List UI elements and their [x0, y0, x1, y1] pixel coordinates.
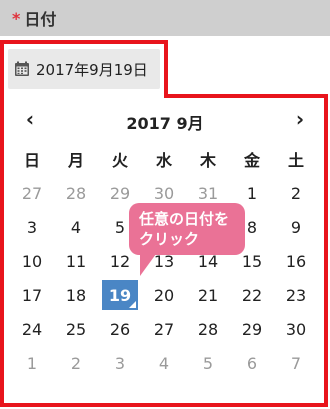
day-number: 2 — [70, 353, 82, 373]
tooltip-tail — [140, 254, 156, 276]
day-number: 26 — [109, 319, 131, 339]
calendar-title: 2017 9月 — [126, 114, 204, 133]
day-cell[interactable]: 4 — [142, 346, 186, 380]
weekday-header: 日 — [23, 151, 40, 170]
day-cell[interactable]: 4 — [54, 210, 98, 244]
day-number: 22 — [241, 285, 263, 305]
tooltip-line-1: 任意の日付を — [139, 210, 230, 228]
calendar-header: ‹ 2017 9月 › — [10, 104, 320, 136]
weekday-header: 木 — [199, 151, 216, 170]
day-number: 19 — [102, 280, 138, 310]
tooltip-line-2: クリック — [139, 230, 200, 248]
day-number: 21 — [197, 285, 219, 305]
day-number: 10 — [21, 251, 43, 271]
day-number: 23 — [285, 285, 307, 305]
day-number: 30 — [285, 319, 307, 339]
day-cell[interactable]: 29 — [230, 312, 274, 346]
day-number: 12 — [109, 251, 131, 271]
day-number: 25 — [65, 319, 87, 339]
day-cell[interactable]: 27 — [142, 312, 186, 346]
day-cell[interactable]: 28 — [54, 176, 98, 210]
day-cell[interactable]: 2 — [54, 346, 98, 380]
date-input-value: 2017年9月19日 — [36, 60, 148, 79]
day-cell[interactable]: 3 — [98, 346, 142, 380]
day-cell[interactable]: 21 — [186, 278, 230, 312]
day-cell[interactable]: 17 — [10, 278, 54, 312]
day-cell[interactable]: 30 — [274, 312, 318, 346]
field-label: 日付 — [24, 10, 57, 29]
day-cell[interactable]: 23 — [274, 278, 318, 312]
day-cell[interactable]: 1 — [10, 346, 54, 380]
day-cell[interactable]: 5 — [186, 346, 230, 380]
day-number: 28 — [65, 183, 87, 203]
weekday-header: 月 — [67, 151, 84, 170]
day-number: 15 — [241, 251, 263, 271]
day-number: 20 — [153, 285, 175, 305]
day-cell[interactable]: 26 — [98, 312, 142, 346]
day-number: 3 — [114, 353, 126, 373]
field-label-bar: * 日付 — [0, 0, 330, 36]
day-number: 17 — [21, 285, 43, 305]
required-mark: * — [12, 8, 21, 28]
day-number: 24 — [21, 319, 43, 339]
day-number: 9 — [290, 217, 302, 237]
day-cell[interactable]: 6 — [230, 346, 274, 380]
day-number: 11 — [65, 251, 87, 271]
day-number: 1 — [246, 183, 258, 203]
calendar-grid: 日月火水木金土272829303112345678910111213141516… — [10, 142, 320, 380]
day-number: 18 — [65, 285, 87, 305]
day-number: 4 — [70, 217, 82, 237]
hint-tooltip: 任意の日付を クリック — [129, 203, 245, 255]
weekday-header: 水 — [155, 151, 172, 170]
day-cell[interactable]: 24 — [10, 312, 54, 346]
day-number: 6 — [246, 353, 258, 373]
day-cell[interactable]: 18 — [54, 278, 98, 312]
day-cell[interactable]: 27 — [10, 176, 54, 210]
day-cell[interactable]: 3 — [10, 210, 54, 244]
day-number: 31 — [197, 183, 219, 203]
next-month-button[interactable]: › — [288, 108, 312, 132]
day-cell[interactable]: 9 — [274, 210, 318, 244]
day-number: 29 — [241, 319, 263, 339]
day-cell[interactable]: 2 — [274, 176, 318, 210]
day-cell[interactable]: 25 — [54, 312, 98, 346]
day-cell[interactable]: 10 — [10, 244, 54, 278]
day-number: 3 — [26, 217, 38, 237]
day-cell[interactable]: 20 — [142, 278, 186, 312]
day-number: 16 — [285, 251, 307, 271]
day-number: 28 — [197, 319, 219, 339]
weekday-header: 土 — [287, 151, 304, 170]
day-cell[interactable]: 28 — [186, 312, 230, 346]
date-input[interactable]: 2017年9月19日 — [8, 49, 160, 89]
day-cell[interactable]: 11 — [54, 244, 98, 278]
day-cell[interactable]: 16 — [274, 244, 318, 278]
day-number: 27 — [21, 183, 43, 203]
weekday-header: 火 — [111, 151, 128, 170]
day-cell[interactable]: 7 — [274, 346, 318, 380]
day-number: 29 — [109, 183, 131, 203]
day-number: 30 — [153, 183, 175, 203]
day-number: 2 — [290, 183, 302, 203]
calendar-icon — [15, 61, 29, 76]
day-number: 7 — [290, 353, 302, 373]
day-cell[interactable]: 22 — [230, 278, 274, 312]
day-number: 5 — [114, 217, 126, 237]
day-number: 4 — [158, 353, 170, 373]
selected-day-cell[interactable]: 19 — [98, 278, 142, 312]
day-number: 5 — [202, 353, 214, 373]
day-number: 8 — [246, 217, 258, 237]
day-number: 27 — [153, 319, 175, 339]
weekday-header: 金 — [243, 151, 260, 170]
day-number: 1 — [26, 353, 38, 373]
